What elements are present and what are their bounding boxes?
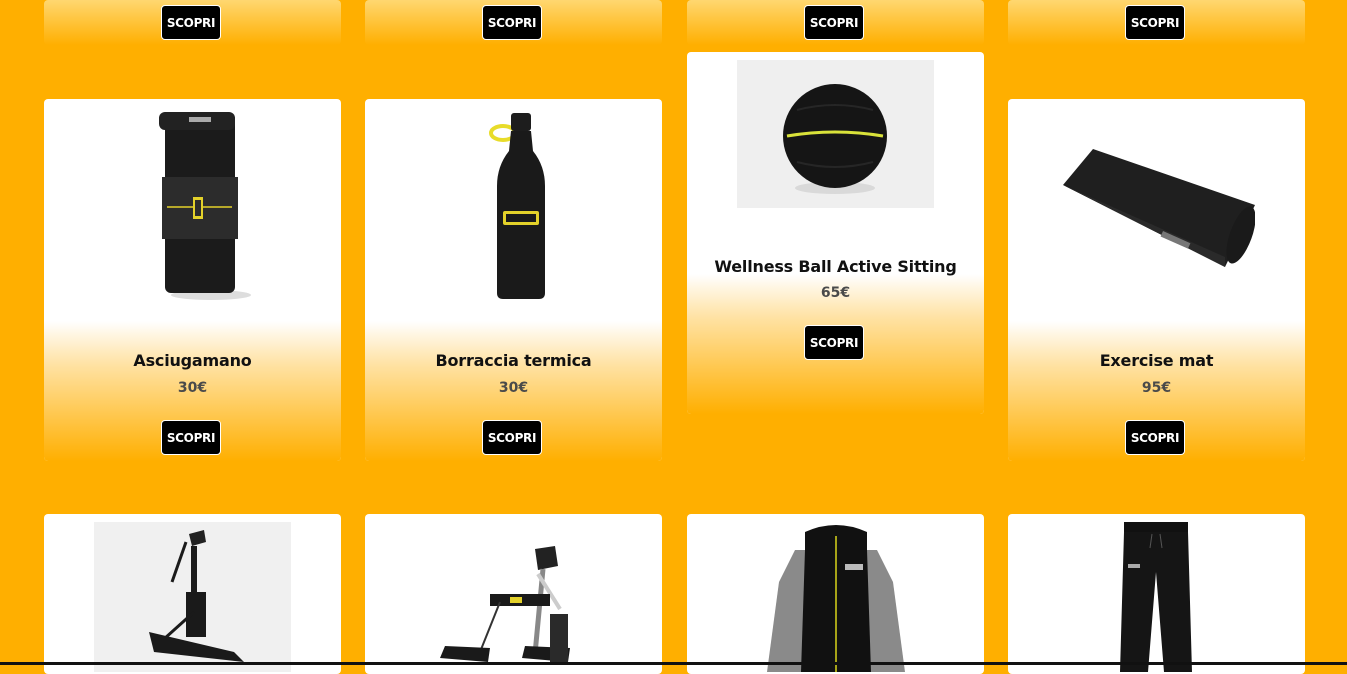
product-card-top-1: SCOPRI: [44, 0, 341, 45]
product-card-top-4: SCOPRI: [1008, 0, 1305, 45]
product-title: Wellness Ball Active Sitting: [714, 257, 957, 276]
ball-image: [737, 60, 934, 208]
product-price: 30€: [177, 380, 208, 396]
bottle-image: [489, 113, 545, 299]
product-title: Borraccia termica: [435, 351, 592, 370]
product-title: Asciugamano: [133, 351, 252, 370]
elliptical-image: [94, 522, 291, 672]
product-price: 65€: [820, 285, 851, 301]
jacket-image: [767, 525, 905, 672]
product-card-top-3: SCOPRI: [687, 0, 984, 45]
mat-image: [1063, 149, 1255, 267]
discover-button[interactable]: SCOPRI: [804, 5, 864, 40]
product-card-crosstrainer[interactable]: [365, 514, 662, 674]
product-price: 95€: [1141, 380, 1172, 396]
discover-button[interactable]: SCOPRI: [1125, 5, 1185, 40]
discover-button[interactable]: SCOPRI: [1125, 420, 1185, 455]
product-card-bottle[interactable]: Borraccia termica 30€ SCOPRI: [365, 99, 662, 461]
product-card-elliptical[interactable]: [44, 514, 341, 674]
product-card-mat[interactable]: Exercise mat 95€ SCOPRI: [1008, 99, 1305, 461]
discover-button[interactable]: SCOPRI: [482, 420, 542, 455]
pants-image: [1120, 522, 1192, 672]
discover-button[interactable]: SCOPRI: [161, 420, 221, 455]
discover-button[interactable]: SCOPRI: [161, 5, 221, 40]
product-card-top-2: SCOPRI: [365, 0, 662, 45]
product-title: Exercise mat: [1099, 351, 1214, 370]
product-card-pants[interactable]: [1008, 514, 1305, 674]
discover-button[interactable]: SCOPRI: [804, 325, 864, 360]
product-card-towel[interactable]: Asciugamano 30€ SCOPRI: [44, 99, 341, 461]
product-price: 30€: [498, 380, 529, 396]
product-card-jacket[interactable]: [687, 514, 984, 674]
crosstrainer-image: [440, 546, 570, 664]
product-card-ball[interactable]: Wellness Ball Active Sitting 65€ SCOPRI: [687, 52, 984, 414]
discover-button[interactable]: SCOPRI: [482, 5, 542, 40]
towel-image: [159, 112, 251, 300]
